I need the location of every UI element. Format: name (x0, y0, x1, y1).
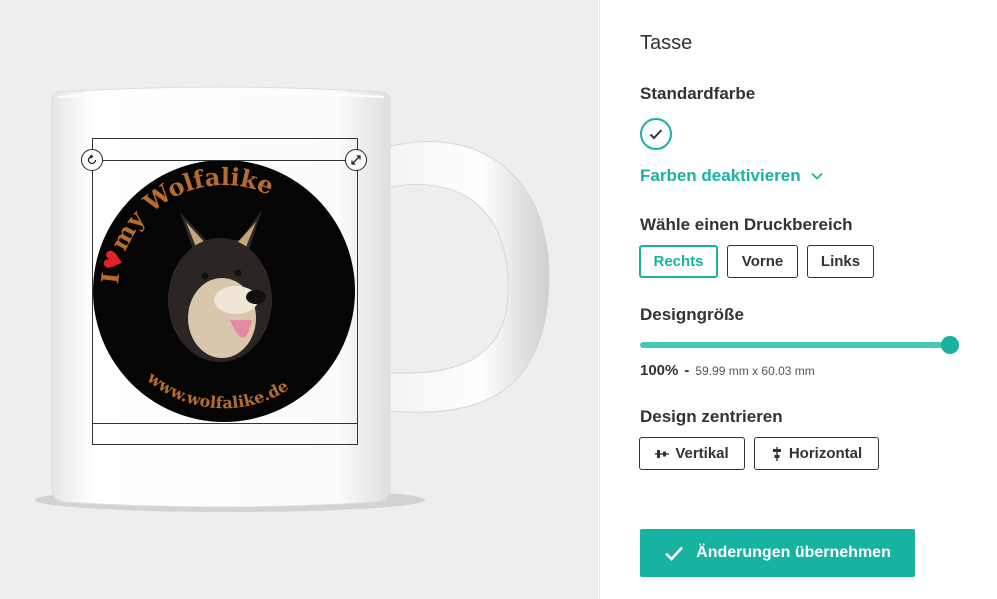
standard-color-heading: Standardfarbe (640, 84, 756, 103)
center-vertical-label: Vertikal (675, 445, 729, 462)
design-size-readout: 100% - 59.99 mm x 60.03 mm (640, 362, 815, 379)
chevron-down-icon (810, 172, 823, 180)
align-horizontal-center-icon (772, 446, 781, 461)
slider-fill (640, 342, 950, 348)
toggle-colors-label: Farben deaktivieren (640, 166, 801, 185)
center-vertical-button[interactable]: Vertikal (639, 437, 745, 470)
apply-changes-label: Änderungen übernehmen (696, 544, 891, 561)
design-size-slider[interactable] (640, 336, 959, 354)
check-icon (649, 129, 663, 140)
print-area-links-button[interactable]: Links (807, 245, 874, 278)
settings-panel: Tasse Standardfarbe Farben deaktivieren … (599, 0, 997, 599)
product-preview: I♥my Wolfalike www.wolfalike.de (0, 0, 598, 599)
resize-icon (351, 155, 361, 165)
apply-changes-button[interactable]: Änderungen übernehmen (640, 529, 915, 577)
slider-knob[interactable] (941, 336, 959, 354)
print-area-rechts-button[interactable]: Rechts (639, 245, 718, 278)
center-horizontal-button[interactable]: Horizontal (754, 437, 879, 470)
print-area-vorne-button[interactable]: Vorne (727, 245, 798, 278)
design-size-heading: Designgröße (640, 305, 744, 324)
center-design-heading: Design zentrieren (640, 407, 783, 426)
toggle-colors-link[interactable]: Farben deaktivieren (640, 166, 823, 186)
color-swatch-white[interactable] (640, 118, 672, 150)
design-size-separator: - (684, 362, 690, 379)
check-icon (665, 546, 684, 561)
panel-title: Tasse (640, 32, 693, 54)
align-vertical-center-icon (655, 449, 670, 458)
design-size-percent: 100% (640, 362, 679, 379)
rotate-handle[interactable] (81, 149, 103, 171)
print-area-heading: Wähle einen Druckbereich (640, 215, 853, 234)
resize-handle[interactable] (345, 149, 367, 171)
rotate-icon (87, 154, 97, 165)
design-bounding-box[interactable] (92, 160, 358, 424)
design-size-dimensions: 59.99 mm x 60.03 mm (695, 364, 815, 378)
center-horizontal-label: Horizontal (788, 445, 863, 462)
